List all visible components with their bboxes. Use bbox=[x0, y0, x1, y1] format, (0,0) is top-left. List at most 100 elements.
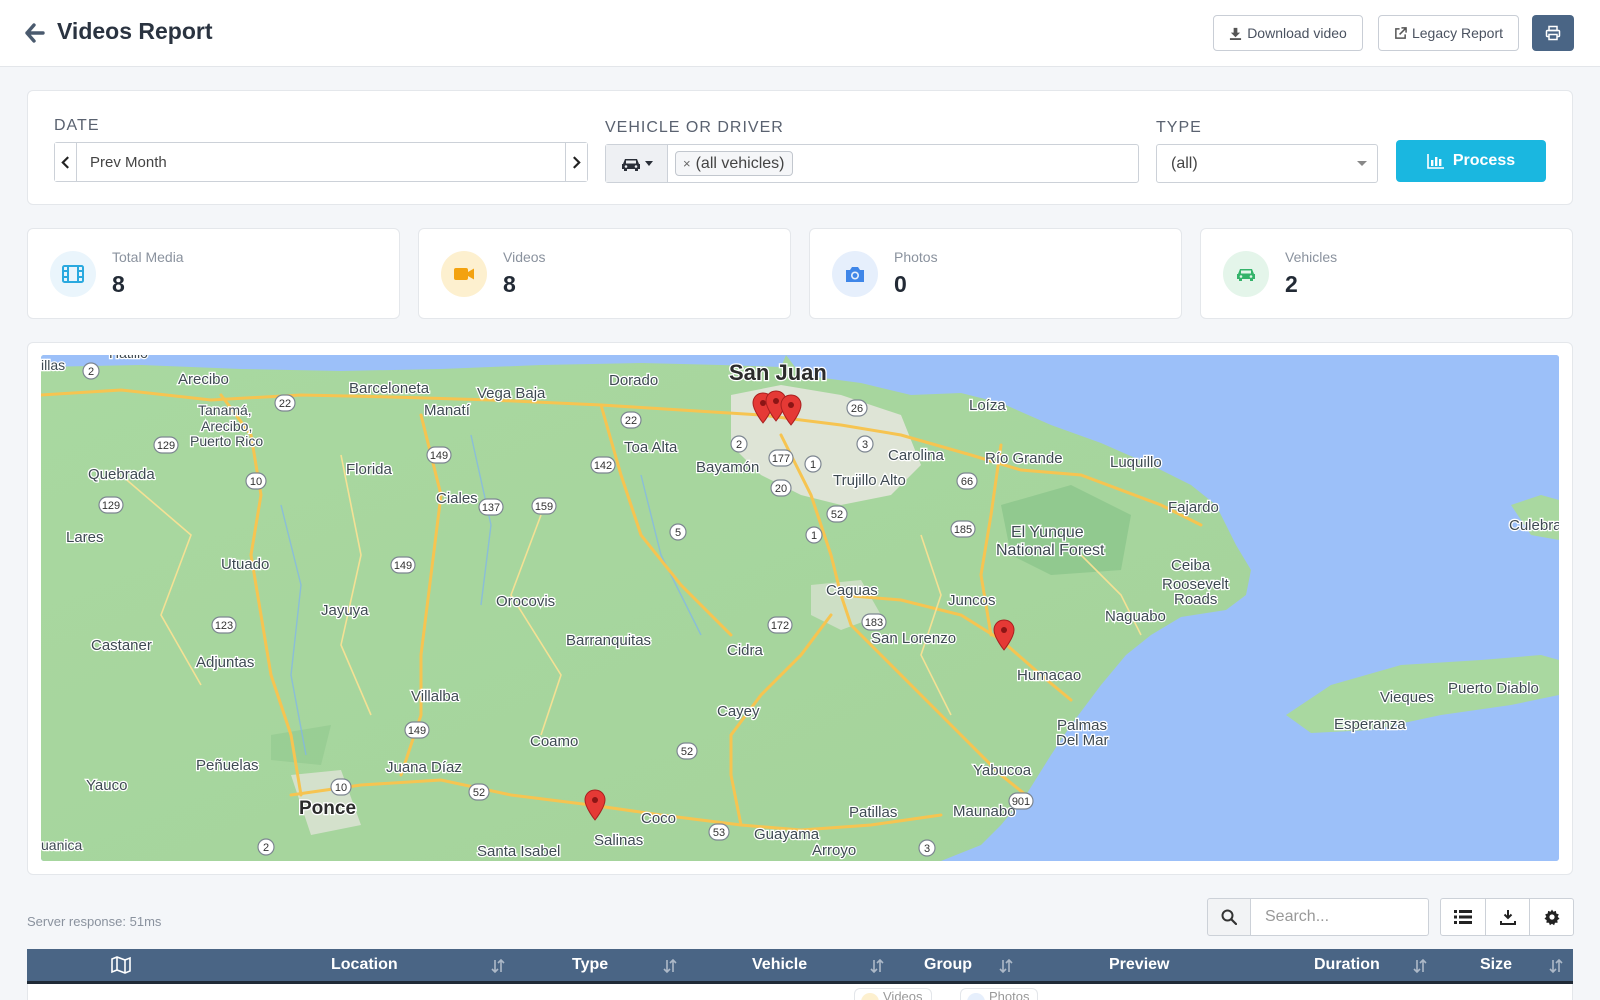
route-shield-number: 149 bbox=[430, 450, 448, 462]
stat-card-videos: Videos 8 bbox=[418, 228, 791, 319]
legend-chip-label: Photos bbox=[989, 989, 1030, 1000]
export-icon bbox=[1499, 910, 1516, 925]
chevron-left-icon bbox=[61, 155, 69, 169]
route-shield: 53 bbox=[708, 823, 730, 841]
route-shield-number: 177 bbox=[772, 453, 790, 465]
sort-icon[interactable] bbox=[1413, 959, 1427, 973]
map-label-cidra: Cidra bbox=[727, 642, 764, 659]
route-shield-number: 183 bbox=[865, 617, 883, 629]
process-button[interactable]: Process bbox=[1396, 140, 1546, 182]
back-arrow-icon[interactable] bbox=[24, 20, 46, 46]
route-shield: 137 bbox=[478, 498, 504, 516]
route-shield: 2 bbox=[257, 838, 275, 856]
route-shield: 142 bbox=[590, 456, 616, 474]
route-shield: 2 bbox=[82, 362, 100, 380]
top-bar: Videos Report Download video Legacy Repo… bbox=[0, 0, 1600, 67]
route-shield-number: 2 bbox=[88, 366, 94, 378]
map-label-guanica: uanica bbox=[41, 837, 82, 853]
map-label-arecibo-pr-1: Arecibo, bbox=[201, 418, 252, 434]
route-shield: 185 bbox=[950, 520, 976, 538]
vehicle-tag-label: (all vehicles) bbox=[695, 154, 785, 172]
route-shield: 66 bbox=[956, 472, 978, 490]
page-title: Videos Report bbox=[57, 18, 213, 44]
route-shield-number: 10 bbox=[250, 476, 262, 488]
route-shield: 10 bbox=[330, 778, 352, 796]
date-next-button[interactable] bbox=[565, 143, 587, 181]
stat-label: Vehicles bbox=[1285, 249, 1338, 265]
search-input[interactable] bbox=[1251, 898, 1429, 936]
sort-icon[interactable] bbox=[999, 959, 1013, 973]
map-label-orocovis: Orocovis bbox=[496, 593, 555, 610]
map-label-yunque-1: El Yunque bbox=[1011, 524, 1084, 541]
vehicle-column-header[interactable]: Vehicle bbox=[752, 949, 807, 981]
map-label-luquillo: Luquillo bbox=[1110, 454, 1162, 471]
route-shield: 129 bbox=[153, 436, 179, 454]
external-link-icon bbox=[1395, 26, 1407, 39]
map-label-ciales: Ciales bbox=[436, 490, 478, 507]
map-label-juana-diaz: Juana Díaz bbox=[386, 759, 462, 776]
legacy-report-label: Legacy Report bbox=[1411, 25, 1504, 41]
map-label-trujillo-alto: Trujillo Alto bbox=[833, 472, 906, 489]
duration-column-header[interactable]: Duration bbox=[1314, 949, 1380, 981]
route-shield: 901 bbox=[1008, 792, 1034, 810]
legacy-report-button[interactable]: Legacy Report bbox=[1378, 15, 1519, 51]
size-column-header[interactable]: Size bbox=[1480, 949, 1512, 981]
route-shield: 22 bbox=[274, 394, 296, 412]
map-label-santa-isabel: Santa Isabel bbox=[477, 843, 560, 860]
process-label: Process bbox=[1452, 152, 1516, 169]
map-label-loiza: Loíza bbox=[969, 397, 1006, 414]
route-shield-number: 123 bbox=[215, 620, 233, 632]
map-canvas[interactable]: San Juan illas Hatillo Arecibo Barceloneta Ve… bbox=[41, 355, 1559, 861]
date-prev-button[interactable] bbox=[55, 143, 77, 181]
stat-label: Videos bbox=[503, 249, 546, 265]
map-label-barranquitas: Barranquitas bbox=[566, 632, 651, 649]
stat-card-photos: Photos 0 bbox=[809, 228, 1182, 319]
sort-icon[interactable] bbox=[663, 959, 677, 973]
type-select-value: (all) bbox=[1171, 154, 1198, 172]
route-shield: 159 bbox=[531, 497, 557, 515]
map-label-quebrada: Quebrada bbox=[88, 466, 155, 483]
route-shield-number: 1 bbox=[811, 530, 817, 542]
route-shield: 10 bbox=[245, 472, 267, 490]
type-column-header[interactable]: Type bbox=[572, 949, 608, 981]
settings-button[interactable] bbox=[1529, 899, 1573, 935]
map-label-puerto-diablo: Puerto Diablo bbox=[1448, 680, 1539, 697]
vehicle-selector[interactable]: × (all vehicles) bbox=[605, 144, 1139, 183]
map-label-fajardo: Fajardo bbox=[1168, 499, 1219, 516]
download-video-button[interactable]: Download video bbox=[1213, 15, 1363, 51]
map-column-header[interactable] bbox=[111, 949, 131, 981]
list-view-button[interactable] bbox=[1441, 899, 1485, 935]
remove-tag-icon[interactable]: × bbox=[683, 156, 691, 171]
stat-value: 2 bbox=[1285, 271, 1298, 297]
gear-icon bbox=[1544, 909, 1559, 926]
route-shield-number: 52 bbox=[473, 787, 485, 799]
route-shield-number: 66 bbox=[961, 476, 973, 488]
print-button[interactable] bbox=[1532, 15, 1574, 51]
route-shield-number: 901 bbox=[1012, 796, 1030, 808]
location-column-header[interactable]: Location bbox=[331, 949, 398, 981]
group-column-header[interactable]: Group bbox=[924, 949, 972, 981]
sort-icon[interactable] bbox=[870, 959, 884, 973]
vehicle-mode-dropdown[interactable] bbox=[606, 145, 668, 182]
map-view[interactable]: San Juan illas Hatillo Arecibo Barceloneta Ve… bbox=[41, 355, 1559, 861]
search-button[interactable] bbox=[1207, 898, 1251, 936]
sort-icon[interactable] bbox=[491, 959, 505, 973]
route-shield-number: 142 bbox=[594, 460, 612, 472]
map-label-castaner: Castaner bbox=[91, 637, 152, 654]
map-label-guayama: Guayama bbox=[754, 826, 820, 843]
route-shield-number: 52 bbox=[831, 509, 843, 521]
server-response-text: Server response: 51ms bbox=[27, 914, 162, 929]
export-button[interactable] bbox=[1485, 899, 1529, 935]
date-input[interactable] bbox=[77, 143, 565, 181]
map-label-arecibo-pr-2: Puerto Rico bbox=[190, 433, 263, 449]
map-label-arecibo: Arecibo bbox=[178, 371, 229, 388]
map-icon bbox=[111, 956, 131, 974]
type-select[interactable]: (all) bbox=[1156, 144, 1378, 183]
route-shield: 149 bbox=[404, 721, 430, 739]
sort-icon[interactable] bbox=[1549, 959, 1563, 973]
table-tools bbox=[1440, 898, 1574, 936]
route-shield: 52 bbox=[826, 505, 848, 523]
table-body: Videos Photos bbox=[27, 984, 1573, 1000]
map-label-carolina: Carolina bbox=[888, 447, 945, 464]
map-label-dorado: Dorado bbox=[609, 372, 658, 389]
